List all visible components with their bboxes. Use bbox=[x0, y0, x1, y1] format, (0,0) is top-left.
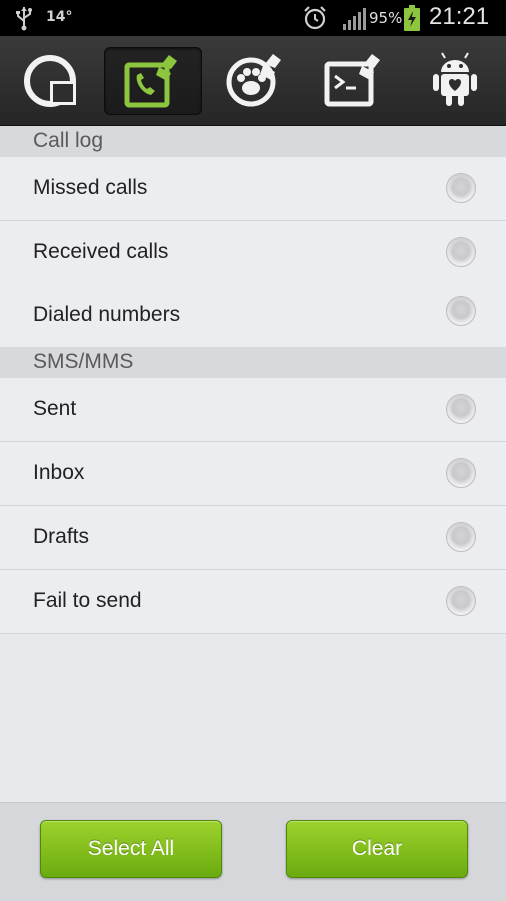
storage-cleaner-icon bbox=[24, 55, 76, 107]
radio-button[interactable] bbox=[446, 237, 476, 267]
section-title: Call log bbox=[33, 129, 104, 152]
list-item-label: Sent bbox=[33, 397, 77, 420]
list-item-drafts[interactable]: Drafts bbox=[0, 506, 506, 570]
list-item-sent[interactable]: Sent bbox=[0, 378, 506, 442]
list-item-missed-calls[interactable]: Missed calls bbox=[0, 157, 506, 221]
temperature-text: 14° bbox=[46, 9, 73, 25]
signal-icon bbox=[343, 8, 366, 30]
alarm-icon bbox=[304, 6, 326, 30]
section-title: SMS/MMS bbox=[33, 350, 134, 373]
section-header-sms-mms: SMS/MMS bbox=[0, 347, 506, 378]
clear-button[interactable]: Clear bbox=[286, 820, 468, 878]
bottom-action-bar: Select All Clear bbox=[0, 802, 506, 901]
list-item-label: Fail to send bbox=[33, 589, 142, 612]
usb-icon bbox=[16, 7, 32, 31]
cleaner-tab-bar bbox=[0, 36, 506, 126]
list-item-label: Drafts bbox=[33, 525, 90, 548]
radio-button[interactable] bbox=[446, 173, 476, 203]
list-item-label: Dialed numbers bbox=[33, 303, 181, 326]
tab-call-log[interactable] bbox=[104, 47, 202, 115]
list-item-inbox[interactable]: Inbox bbox=[0, 442, 506, 506]
list-item-received-calls[interactable]: Received calls bbox=[0, 221, 506, 285]
tab-apps[interactable] bbox=[407, 47, 503, 113]
list-item-fail-to-send[interactable]: Fail to send bbox=[0, 570, 506, 634]
radio-button[interactable] bbox=[446, 296, 476, 326]
tab-terminal[interactable] bbox=[306, 47, 402, 113]
tab-storage[interactable] bbox=[3, 47, 99, 113]
radio-button[interactable] bbox=[446, 586, 476, 616]
terminal-cleaner-icon bbox=[324, 54, 380, 107]
clock-time: 21:21 bbox=[429, 3, 490, 30]
radio-button[interactable] bbox=[446, 394, 476, 424]
radio-button[interactable] bbox=[446, 522, 476, 552]
android-app-icon bbox=[433, 52, 477, 106]
browser-history-cleaner-icon bbox=[226, 54, 281, 107]
battery-percent-text: 95% bbox=[369, 9, 403, 27]
call-log-cleaner-icon bbox=[124, 55, 177, 108]
list-item-label: Received calls bbox=[33, 240, 169, 263]
tab-browser-history[interactable] bbox=[205, 47, 301, 113]
radio-button[interactable] bbox=[446, 458, 476, 488]
select-all-button[interactable]: Select All bbox=[40, 820, 222, 878]
status-bar: 14° 95% 21:21 bbox=[0, 0, 506, 36]
list-item-label: Missed calls bbox=[33, 176, 148, 199]
list-item-dialed-numbers[interactable]: Dialed numbers bbox=[0, 284, 506, 348]
battery-charging-icon bbox=[404, 5, 420, 31]
section-header-call-log: Call log bbox=[0, 126, 506, 157]
list-item-label: Inbox bbox=[33, 461, 85, 484]
